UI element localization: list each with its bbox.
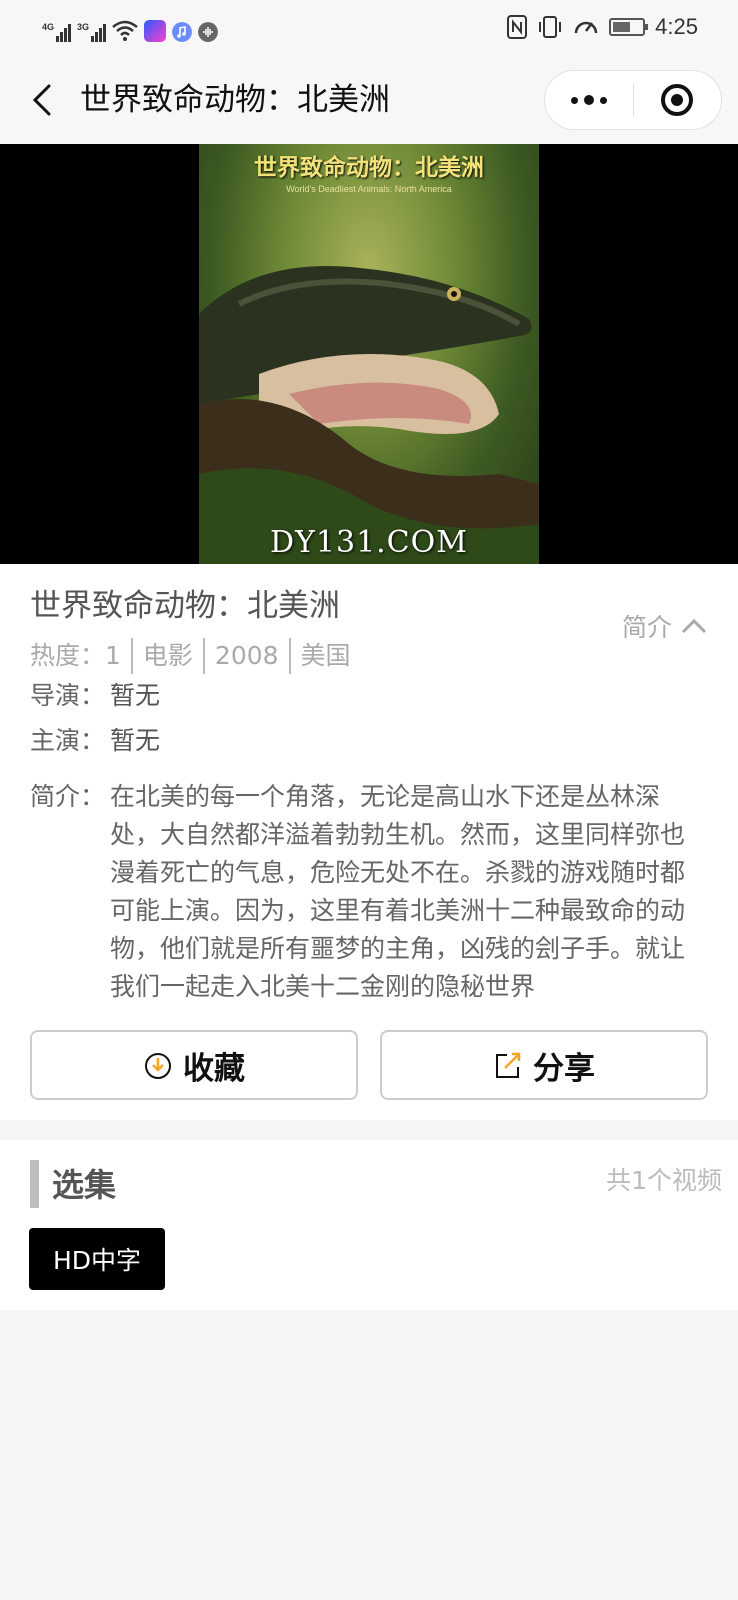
episodes-title: 选集 (52, 1166, 117, 1204)
movie-meta: 热度：1 电影 2008 美国 (30, 638, 351, 674)
poster-watermark: DY131.COM (270, 525, 468, 560)
meta-type: 电影 (142, 641, 193, 670)
section-accent-bar (30, 1160, 39, 1208)
meta-region: 美国 (300, 641, 351, 670)
status-right: 4:25 (507, 12, 698, 42)
battery-fill (613, 22, 631, 32)
vibrate-icon (539, 16, 562, 38)
poster-subtitle: World's Deadliest Animals: North America (286, 184, 452, 194)
director-label: 导演： (30, 681, 106, 710)
signal-icon: 3G (77, 22, 106, 42)
meta-divider (130, 638, 133, 674)
cast-value: 暂无 (110, 726, 161, 755)
intro-toggle-label: 简介 (621, 613, 672, 642)
cast-row: 主演： 暂无 (30, 722, 160, 760)
crocodile-image (199, 266, 539, 564)
movie-poster: 世界致命动物：北美洲 World's Deadliest Animals: No… (199, 144, 539, 564)
poster-title: 世界致命动物：北美洲 (254, 154, 484, 181)
meta-year: 2008 (214, 641, 279, 670)
wifi-icon (112, 20, 138, 41)
description-label: 简介： (30, 782, 106, 811)
signal-icon: 4G (42, 22, 71, 42)
nav-bar: 世界致命动物：北美洲 (0, 56, 738, 144)
more-button[interactable] (545, 71, 633, 129)
more-icon (570, 96, 578, 104)
music-icon (172, 22, 192, 42)
meta-divider (288, 638, 291, 674)
status-time: 4:25 (655, 14, 698, 39)
target-icon (661, 84, 694, 116)
movie-title: 世界致命动物：北美洲 (30, 588, 340, 624)
description-text: 在北美的每一个角落，无论是高山水下还是丛林深处，大自然都洋溢着勃勃生机。然而，这… (110, 782, 686, 1001)
meta-divider (202, 638, 205, 674)
description-row: 简介： 在北美的每一个角落，无论是高山水下还是丛林深处，大自然都洋溢着勃勃生机。… (30, 778, 710, 1006)
audio-icon (198, 22, 218, 42)
mini-program-capsule (544, 70, 722, 130)
back-button[interactable] (22, 78, 62, 122)
video-player[interactable]: 世界致命动物：北美洲 World's Deadliest Animals: No… (0, 144, 738, 564)
cast-label: 主演： (30, 726, 106, 755)
meta-popularity: 热度：1 (30, 641, 121, 670)
episodes-count: 共1个视频 (606, 1166, 722, 1195)
share-button[interactable]: 分享 (380, 1030, 708, 1100)
chevron-left-icon (32, 84, 51, 116)
signal-label: 3G (77, 22, 90, 32)
collect-label: 收藏 (183, 1050, 245, 1087)
data-saver-icon (574, 21, 598, 34)
more-icon-dot (583, 95, 594, 105)
signal-label: 4G (42, 22, 55, 32)
chevron-up-icon (681, 618, 707, 634)
collect-button[interactable]: 收藏 (30, 1030, 358, 1100)
battery-icon (609, 18, 649, 36)
nfc-icon (507, 15, 528, 39)
page-title: 世界致命动物：北美洲 (80, 82, 390, 118)
status-bar: 4G 3G 4:25 (0, 0, 738, 56)
download-icon (145, 1053, 171, 1079)
share-label: 分享 (533, 1050, 595, 1087)
director-row: 导演： 暂无 (30, 677, 160, 715)
director-value: 暂无 (110, 681, 161, 710)
app-notification-icon (144, 20, 166, 42)
status-left: 4G 3G (42, 14, 218, 42)
more-icon-dot (599, 96, 607, 104)
share-icon (496, 1052, 521, 1078)
movie-info-card: 世界致命动物：北美洲 热度：1 电影 2008 美国 简介 导演： 暂无 主演：… (0, 564, 738, 1120)
episode-chip[interactable]: HD中字 (29, 1228, 165, 1290)
close-miniprogram-button[interactable] (634, 71, 722, 129)
episodes-section: 选集 共1个视频 HD中字 (0, 1140, 738, 1310)
intro-toggle[interactable]: 简介 (622, 608, 708, 644)
